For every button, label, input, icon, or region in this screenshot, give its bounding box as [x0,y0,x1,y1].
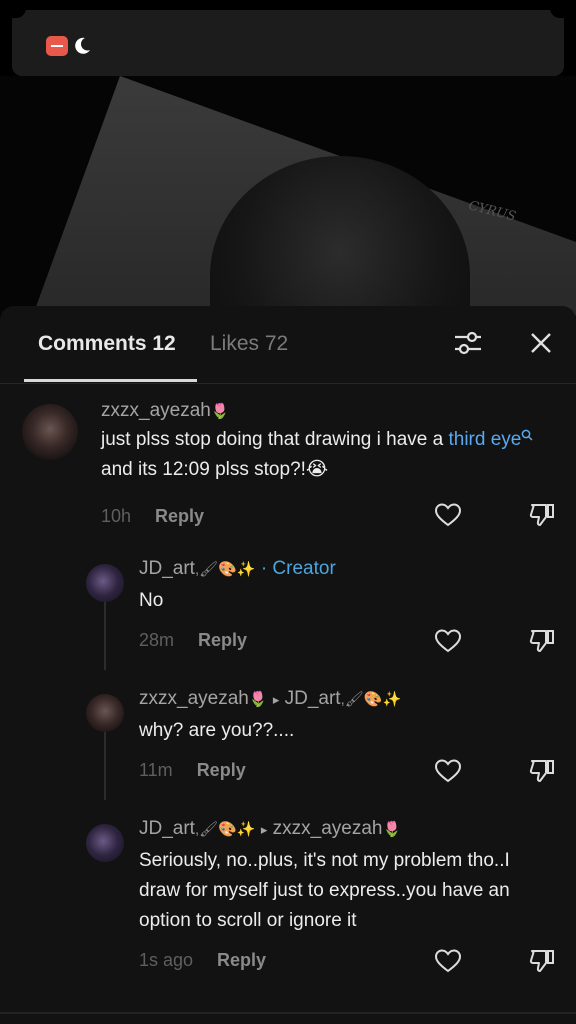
dislike-icon[interactable] [528,628,556,654]
avatar[interactable] [22,404,78,460]
dislike-icon[interactable] [528,758,556,784]
comment-meta: 28m Reply [139,630,247,651]
comment-time: 11m [139,760,173,780]
tab-comments[interactable]: Comments 12 [38,332,176,356]
moon-icon [75,37,90,54]
comment-username[interactable]: zxzx_ayezah🌷 [101,400,230,422]
comment-time: 1s ago [139,950,194,970]
comment-item: zxzx_ayezah🌷 just plss stop doing that d… [0,384,576,544]
comment-username[interactable]: JD_art,🖌🎨✨ ▸ zxzx_ayezah🌷 [139,818,401,840]
comment-time: 10h [101,506,132,526]
reply-button[interactable]: Reply [155,506,204,526]
close-icon[interactable] [526,328,556,358]
art-emoji: ,🖌🎨✨ [194,561,256,578]
status-icons [46,36,92,56]
status-bar-corner [8,8,26,18]
reply-to-username[interactable]: JD_art [285,688,341,709]
heart-icon[interactable] [434,948,462,974]
search-icon [522,429,533,441]
rose-emoji: 🌷 [382,821,402,838]
sheet-header: Comments 12 Likes 72 [0,306,576,384]
comment-username[interactable]: JD_art,🖌🎨✨ · Creator [139,558,336,580]
username-text: JD_art [139,818,195,839]
comment-text: why? are you??.... [139,720,295,741]
active-tab-indicator [24,379,197,382]
status-bar [8,8,568,76]
comment-text-part: just plss stop doing that drawing i have… [101,429,449,450]
dislike-icon[interactable] [528,502,556,528]
reply-button[interactable]: Reply [217,950,266,970]
reply-to-username[interactable]: zxzx_ayezah [273,818,383,839]
comment-text-part: and its 12:09 plss stop?!😭 [101,459,329,480]
search-link[interactable]: third eye [448,429,521,450]
comment-meta: 10h Reply [101,506,204,527]
heart-icon[interactable] [434,758,462,784]
art-emoji: ,🖌🎨✨ [194,821,256,838]
video-background[interactable]: CYRUS [0,76,576,316]
username-text: JD_art [139,558,195,579]
avatar[interactable] [86,824,124,862]
username-text: zxzx_ayezah [139,688,249,709]
heart-icon[interactable] [434,502,462,528]
comments-sheet: Comments 12 Likes 72 zxzx_ayezah🌷 just p… [0,306,576,1024]
bottom-divider [0,1012,576,1014]
reply-button[interactable]: Reply [197,760,246,780]
reply-arrow-icon: ▸ [260,822,268,837]
reply-item: zxzx_ayezah🌷 ▸ JD_art,🖌🎨✨ why? are you??… [0,682,576,792]
comment-text: just plss stop doing that drawing i have… [101,425,561,485]
comment-username[interactable]: zxzx_ayezah🌷 ▸ JD_art,🖌🎨✨ [139,688,401,710]
heart-icon[interactable] [434,628,462,654]
rose-emoji: 🌷 [248,691,268,708]
dislike-icon[interactable] [528,948,556,974]
comment-time: 28m [139,630,175,650]
do-not-disturb-icon [46,36,68,56]
reply-item: JD_art,🖌🎨✨ ▸ zxzx_ayezah🌷 Seriously, no.… [0,812,576,992]
reply-arrow-icon: ▸ [272,692,280,707]
art-emoji: ,🖌🎨✨ [340,691,402,708]
rose-emoji: 🌷 [210,403,230,420]
avatar[interactable] [86,694,124,732]
creator-badge: · Creator [260,558,336,579]
status-bar-corner [550,8,568,18]
avatar[interactable] [86,564,124,602]
reply-item: JD_art,🖌🎨✨ · Creator No 28m Reply [0,552,576,662]
reply-button[interactable]: Reply [198,630,247,650]
filter-icon[interactable] [452,328,484,358]
comment-text: Seriously, no..plus, it's not my problem… [139,850,510,931]
comment-meta: 11m Reply [139,760,246,781]
comment-text: No [139,590,164,611]
tab-likes[interactable]: Likes 72 [210,332,288,356]
comment-meta: 1s ago Reply [139,950,266,971]
username-text: zxzx_ayezah [101,400,211,421]
